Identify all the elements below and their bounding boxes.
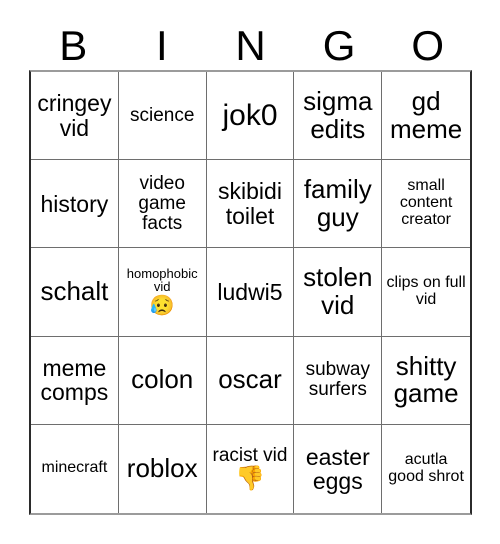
bingo-card: B I N G O cringey vid science jok0 sigma ed… bbox=[0, 0, 500, 544]
bingo-cell-label: schalt bbox=[40, 276, 109, 307]
bingo-cell[interactable]: cringey vid bbox=[31, 72, 119, 161]
bingo-cell[interactable]: stolen vid bbox=[294, 248, 383, 337]
bingo-cell[interactable]: acutla good shrot bbox=[382, 424, 470, 513]
bingo-cell[interactable]: sigma edits bbox=[294, 72, 383, 161]
bingo-cell[interactable]: oscar bbox=[206, 336, 295, 425]
bingo-cell-label: ludwi5 bbox=[217, 278, 283, 305]
bingo-cell-label: cringey vid bbox=[37, 90, 112, 141]
bingo-cell-label: video game facts bbox=[138, 172, 186, 234]
bingo-cell-label: racist vid 👎 bbox=[210, 446, 291, 493]
bingo-header-letter-b: B bbox=[59, 22, 88, 69]
bingo-cell[interactable]: easter eggs bbox=[294, 424, 383, 513]
bingo-cell-label: history bbox=[40, 190, 109, 217]
bingo-cell[interactable]: roblox bbox=[118, 424, 207, 513]
bingo-cell-label: homophobic vid 😥 bbox=[122, 266, 203, 318]
bingo-cell-label: meme comps bbox=[40, 354, 109, 406]
bingo-cell[interactable]: science bbox=[118, 72, 207, 161]
bingo-cell-label: subway surfers bbox=[305, 359, 370, 401]
bingo-cell-label: small content creator bbox=[399, 177, 453, 229]
bingo-grid: cringey vid science jok0 sigma edits gd meme… bbox=[29, 70, 472, 515]
bingo-cell-label: easter eggs bbox=[305, 443, 370, 494]
bingo-cell[interactable]: history bbox=[31, 160, 119, 249]
bingo-cell[interactable]: schalt bbox=[31, 248, 119, 337]
bingo-cell-label: shitty game bbox=[393, 350, 459, 409]
bingo-header-letter-n: N bbox=[235, 22, 266, 69]
bingo-cell-label: stolen vid bbox=[303, 262, 373, 320]
bingo-header-row: B I N G O bbox=[29, 22, 472, 70]
bingo-cell-label: science bbox=[129, 104, 195, 126]
bingo-cell[interactable]: racist vid 👎 bbox=[206, 424, 295, 513]
bingo-header-letter-g: G bbox=[322, 22, 356, 69]
bingo-cell-label: minecraft bbox=[41, 459, 108, 477]
bingo-cell[interactable]: clips on full vid bbox=[382, 248, 470, 337]
bingo-cell-label: roblox bbox=[126, 453, 198, 484]
bingo-cell-label: oscar bbox=[218, 364, 282, 395]
bingo-cell[interactable]: skibidi toilet bbox=[206, 160, 295, 249]
bingo-cell[interactable]: meme comps bbox=[31, 336, 119, 425]
bingo-cell-label: colon bbox=[131, 364, 194, 395]
bingo-cell[interactable]: shitty game bbox=[382, 336, 470, 425]
bingo-cell[interactable]: minecraft bbox=[31, 424, 119, 513]
bingo-cell-label: gd meme bbox=[389, 86, 463, 144]
bingo-cell-label: skibidi toilet bbox=[218, 178, 282, 229]
bingo-cell-label: sigma edits bbox=[303, 86, 373, 144]
bingo-cell-label: jok0 bbox=[222, 98, 278, 132]
bingo-cell-label: acutla good shrot bbox=[388, 450, 464, 485]
bingo-cell[interactable]: video game facts bbox=[118, 160, 207, 249]
bingo-header-letter-i: I bbox=[156, 22, 168, 69]
bingo-cell[interactable]: colon bbox=[118, 336, 207, 425]
bingo-cell[interactable]: jok0 bbox=[206, 72, 295, 161]
thumbs-down-emoji: 👎 bbox=[235, 465, 265, 493]
bingo-header-letter-o: O bbox=[411, 22, 444, 69]
sad-relieved-face-emoji: 😥 bbox=[149, 295, 175, 318]
bingo-cell[interactable]: homophobic vid 😥 bbox=[118, 248, 207, 337]
bingo-cell[interactable]: gd meme bbox=[382, 72, 470, 161]
bingo-cell[interactable]: family guy bbox=[294, 160, 383, 249]
bingo-cell[interactable]: ludwi5 bbox=[206, 248, 295, 337]
bingo-cell[interactable]: subway surfers bbox=[294, 336, 383, 425]
bingo-cell-label: clips on full vid bbox=[386, 274, 466, 308]
bingo-cell[interactable]: small content creator bbox=[382, 160, 470, 249]
bingo-cell-label: family guy bbox=[303, 174, 372, 232]
